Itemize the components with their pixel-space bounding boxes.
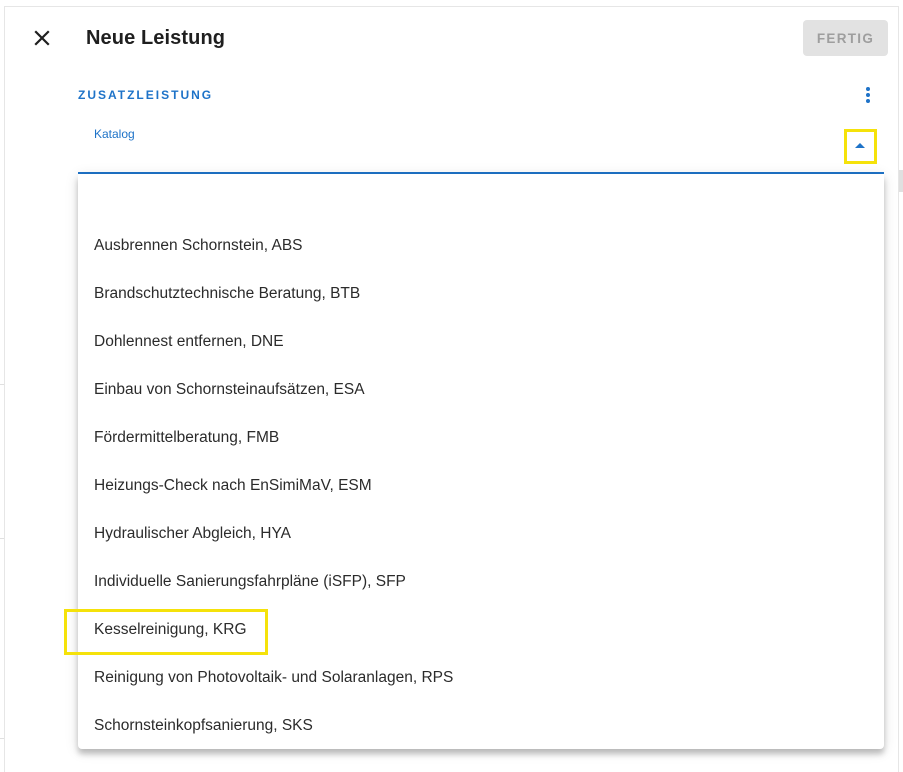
side-divider xyxy=(0,538,4,539)
dropdown-option-esa[interactable]: Einbau von Schornsteinaufsätzen, ESA xyxy=(78,366,884,414)
scrollbar-track xyxy=(899,170,903,192)
dropdown-option-sks[interactable]: Schornsteinkopfsanierung, SKS xyxy=(78,702,884,750)
dropdown-option-sfp[interactable]: Individuelle Sanierungsfahrpläne (iSFP),… xyxy=(78,558,884,606)
dropdown-option-hya[interactable]: Hydraulischer Abgleich, HYA xyxy=(78,510,884,558)
dropdown-toggle[interactable] xyxy=(845,130,875,160)
dropdown-option-abs[interactable]: Ausbrennen Schornstein, ABS xyxy=(78,222,884,270)
dropdown-option-btb[interactable]: Brandschutztechnische Beratung, BTB xyxy=(78,270,884,318)
close-icon xyxy=(34,30,50,46)
catalog-select[interactable]: Katalog xyxy=(78,118,884,174)
dialog-frame: Neue Leistung FERTIG ZUSATZLEISTUNG Kata… xyxy=(0,0,903,772)
close-button[interactable] xyxy=(28,24,56,52)
done-button[interactable]: FERTIG xyxy=(803,20,888,56)
catalog-dropdown-list: Ausbrennen Schornstein, ABS Brandschutzt… xyxy=(78,174,884,749)
dropdown-option-esm[interactable]: Heizungs-Check nach EnSimiMaV, ESM xyxy=(78,462,884,510)
section-title: ZUSATZLEISTUNG xyxy=(78,88,214,102)
dropdown-option-dne[interactable]: Dohlennest entfernen, DNE xyxy=(78,318,884,366)
more-options-button[interactable] xyxy=(856,83,880,107)
side-divider xyxy=(0,384,4,385)
dropdown-option-krg[interactable]: Kesselreinigung, KRG xyxy=(78,606,884,654)
page-title: Neue Leistung xyxy=(86,27,226,49)
dropdown-option-fmb[interactable]: Fördermittelberatung, FMB xyxy=(78,414,884,462)
caret-up-icon xyxy=(855,142,865,148)
side-divider xyxy=(0,738,4,739)
more-vert-icon xyxy=(866,87,870,103)
dropdown-option-empty[interactable] xyxy=(78,174,884,222)
dropdown-option-rps[interactable]: Reinigung von Photovoltaik- und Solaranl… xyxy=(78,654,884,702)
catalog-select-label: Katalog xyxy=(94,127,135,141)
